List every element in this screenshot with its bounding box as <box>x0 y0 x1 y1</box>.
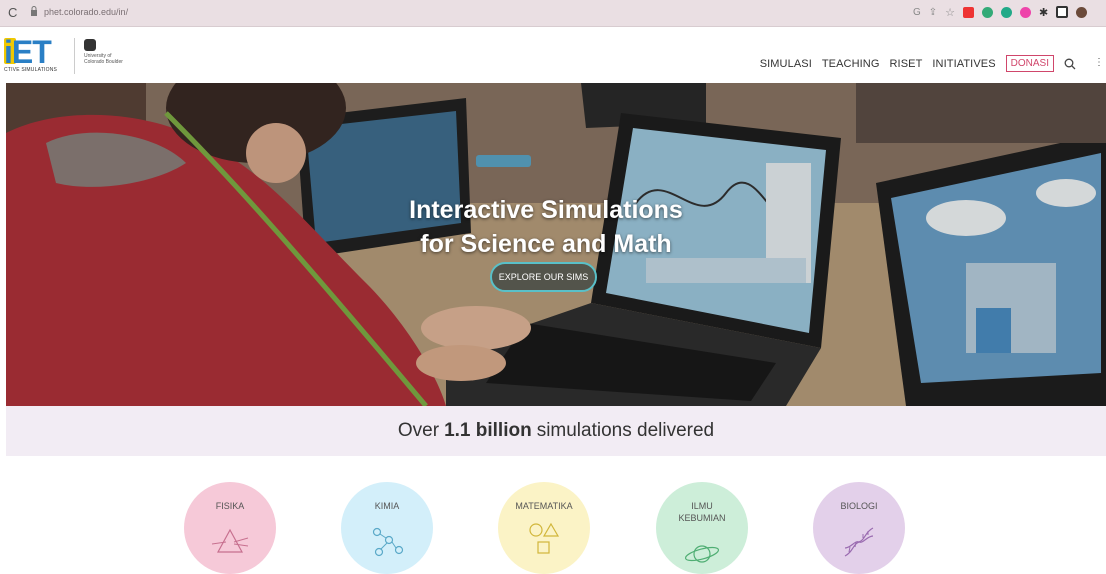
category-label: FISIKA <box>215 501 245 511</box>
browser-extensions: G ⇪ ☆ ✱ <box>913 5 1088 19</box>
nav-item-teaching[interactable]: TEACHING <box>822 58 880 70</box>
category-ilmu-kebumian[interactable]: ILMU KEBUMIAN <box>656 482 748 574</box>
hero-title: Interactive Simulations for Science and … <box>336 193 756 261</box>
category-matematika[interactable]: MATEMATIKA <box>498 482 590 574</box>
site-header: iET CTIVE SIMULATIONS University of Colo… <box>0 27 1106 83</box>
hero-title-line2: for Science and Math <box>420 230 672 258</box>
prism-icon <box>211 528 249 553</box>
logo-subtext: CTIVE SIMULATIONS <box>4 67 58 73</box>
nav-item-simulasi[interactable]: SIMULASI <box>760 58 812 70</box>
reload-icon[interactable]: C <box>8 5 17 20</box>
extension-icon[interactable] <box>982 6 994 18</box>
extension-icon[interactable] <box>963 6 975 18</box>
browser-toolbar: C phet.colorado.edu/in/ G ⇪ ☆ ✱ <box>0 0 1106 27</box>
crest-icon <box>84 39 96 51</box>
planet-icon <box>684 545 720 563</box>
search-icon[interactable] <box>1064 58 1076 70</box>
stats-prefix: Over <box>397 420 440 441</box>
category-label: MATEMATIKA <box>515 501 573 511</box>
more-icon[interactable]: ⋮ <box>1094 57 1104 68</box>
shapes-icon <box>529 522 560 554</box>
hero-banner: Interactive Simulations for Science and … <box>6 83 1106 406</box>
nav-item-riset[interactable]: RISET <box>890 58 923 70</box>
university-name: University of Colorado Boulder <box>84 53 123 65</box>
google-icon[interactable]: G <box>913 7 921 18</box>
share-icon[interactable]: ⇪ <box>929 7 937 18</box>
subject-categories: FISIKA KIMIA MATEMATIKA ILMU KEBUMIAN BI… <box>0 482 1106 574</box>
university-logo[interactable]: University of Colorado Boulder <box>82 39 123 75</box>
nav-item-initiatives[interactable]: INITIATIVES <box>932 58 995 70</box>
lock-icon <box>31 6 37 16</box>
category-kimia[interactable]: KIMIA <box>341 482 433 574</box>
star-icon[interactable]: ☆ <box>945 6 955 19</box>
stats-banner: Over 1.1 billion simulations delivered <box>6 406 1106 456</box>
tab-icon[interactable] <box>1056 6 1069 18</box>
category-biologi[interactable]: BIOLOGI <box>813 482 905 574</box>
phet-logo[interactable]: iET CTIVE SIMULATIONS <box>4 34 74 76</box>
category-label: KIMIA <box>374 501 400 511</box>
extension-icon[interactable] <box>1020 6 1032 18</box>
logo-text: iET <box>4 34 52 70</box>
molecule-icon <box>372 527 404 557</box>
category-fisika[interactable]: FISIKA <box>184 482 276 574</box>
stats-highlight: 1.1 billion <box>444 420 532 441</box>
explore-sims-button[interactable]: EXPLORE OUR SIMS <box>490 262 597 292</box>
address-bar[interactable]: phet.colorado.edu/in/ <box>44 7 128 17</box>
category-label: ILMU KEBUMIAN <box>678 501 726 523</box>
puzzle-icon[interactable]: ✱ <box>1039 6 1048 19</box>
extension-icon[interactable] <box>1001 6 1013 18</box>
category-label: BIOLOGI <box>840 501 878 511</box>
main-nav: SIMULASI TEACHING RISET INITIATIVES DONA… <box>760 55 1076 72</box>
donate-button[interactable]: DONASI <box>1005 55 1054 72</box>
avatar[interactable] <box>1076 6 1088 18</box>
hero-title-line1: Interactive Simulations <box>409 196 683 224</box>
stats-suffix: simulations delivered <box>536 420 715 441</box>
divider <box>74 38 75 74</box>
dna-icon <box>844 527 874 557</box>
